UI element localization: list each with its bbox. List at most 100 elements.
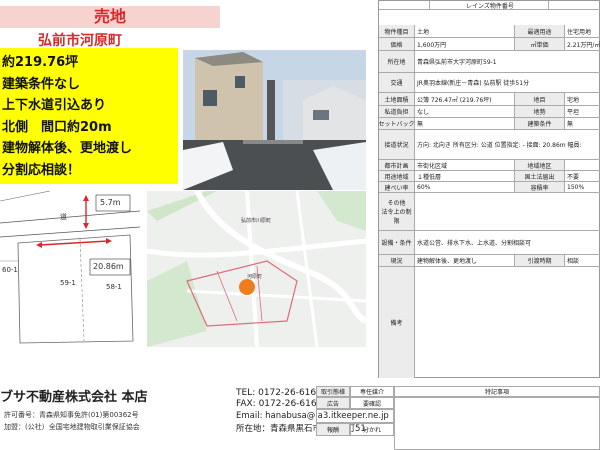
row-value: 青森県弘前市大字河原町59-1 — [417, 59, 497, 66]
listing-title: 売地 — [0, 6, 220, 28]
row-value: 水道公営、排水下水、上水道、分割相談可 — [417, 240, 532, 247]
highlight-item: 上下水道引込あり — [2, 98, 107, 113]
row-label: 価格 — [379, 38, 415, 50]
road-label: 道 — [60, 213, 67, 221]
row-label: 所在地 — [379, 51, 415, 72]
row-label: 建築条件 — [515, 118, 565, 129]
row-value: 平坦 — [565, 106, 600, 117]
fee-label: 報酬 — [316, 423, 350, 436]
row-label: 引渡時期 — [515, 255, 565, 266]
row-label: 都市計画 — [379, 160, 415, 170]
row-label: 設備・条件 — [379, 231, 415, 254]
highlights-box: 約219.76坪 建築条件なし 上下水道引込あり 北側 間口約20m 建物解体後… — [0, 48, 178, 184]
sheet-row: 建ぺい率 60% 容積率 150% — [379, 182, 600, 193]
row-value: 相談 — [565, 255, 600, 266]
row-label: 私道負担 — [379, 106, 415, 117]
sheet-row: 私道負担 なし 地勢 平坦 — [379, 106, 600, 118]
row-value: 無 — [565, 118, 600, 129]
row-value: 建物解体後、更地渡し — [415, 255, 515, 266]
notes-area — [394, 397, 600, 450]
row-value: 住宅用地 — [565, 25, 600, 37]
bottom-table: 取引態様 専任媒介 特記事項 広告 要確認 報酬 分かれ — [316, 386, 600, 450]
highlight-item: 建物解体後、更地渡し — [2, 141, 133, 156]
row-value: 無 — [415, 118, 515, 129]
fax-text: FAX: 0172-26-6160 — [236, 399, 323, 409]
sheet-row: 設備・条件 水道公営、排水下水、上水道、分割相談可 — [379, 231, 600, 255]
sheet-row: その他 法令上の制限 — [379, 193, 600, 231]
spec-sheet: レインズ物件番号 物件種目 土地 最適用途 住宅用地 価格 1,600万円 ㎡単… — [378, 0, 600, 378]
row-label: 建ぺい率 — [379, 182, 415, 192]
sheet-row: 備考 — [379, 267, 600, 378]
frontage-label: 20.86m — [93, 262, 124, 271]
row-label: 地域地区 — [515, 160, 565, 170]
association-text: 加盟：(公社）全国宅地建物取引業保証協会 — [4, 423, 140, 431]
row-label: その他 法令上の制限 — [379, 193, 415, 230]
ad-label: 広告 — [316, 397, 350, 409]
row-value: 土地 — [415, 25, 515, 37]
row-label: 地勢 — [515, 106, 565, 117]
row-label: 容積率 — [515, 182, 565, 192]
lot-label: 60-1 — [2, 266, 18, 274]
row-value: 2.21万円/㎡ — [565, 38, 600, 50]
row-label: 用途地域 — [379, 171, 415, 181]
sheet-row: 接道状況 方向: 北向き 所有区分: 公道 位置指定: - 接面: 20.86m… — [379, 130, 600, 160]
row-value: 市街化区域 — [415, 160, 515, 170]
sheet-row: セットバック 無 建築条件 無 — [379, 118, 600, 130]
company-name: ブサ不動産株式会社 本店 — [0, 390, 148, 405]
row-value: 宅地 — [565, 93, 600, 105]
highlight-item: 北側 間口約20m — [2, 119, 112, 135]
reins-row: レインズ物件番号 — [379, 1, 600, 10]
row-label: セットバック — [379, 118, 415, 129]
row-label: 土地面積 — [379, 93, 415, 105]
survey-map: 道 5.7m 20.86m 60-1 59-1 58-1 — [0, 190, 141, 347]
road-width-label: 5.7m — [100, 198, 121, 207]
sheet-row: 所在地 青森県弘前市大字河原町59-1 — [379, 51, 600, 73]
row-label: 最適用途 — [515, 25, 565, 37]
row-value: 150% — [565, 182, 600, 192]
price-value: 1,600万円 — [415, 38, 515, 50]
row-label: 備考 — [379, 267, 415, 378]
row-value: なし — [415, 106, 515, 117]
blank-cell — [316, 409, 394, 423]
area-map: 弘前市川原町 河原町 — [146, 189, 368, 348]
reins-label: レインズ物件番号 — [429, 1, 549, 9]
map-place-label: 弘前市川原町 — [241, 218, 272, 224]
property-photo — [183, 50, 366, 190]
row-value: 不要 — [565, 171, 600, 181]
sheet-row: 都市計画 市街化区域 地域地区 — [379, 160, 600, 171]
row-value — [415, 193, 600, 230]
row-value: JR奥羽本線(新庄－青森) 弘前駅 徒歩51分 — [417, 80, 530, 87]
tel-text: TEL: 0172-26-6160 — [236, 388, 322, 398]
ad-value: 要確認 — [350, 397, 394, 409]
sheet-row: 現況 建物解体後、更地渡し 引渡時期 相談 — [379, 255, 600, 267]
row-value: 公簿 726.47㎡ (219.76坪) — [415, 93, 515, 105]
sheet-row: 価格 1,600万円 ㎡単価 2.21万円/㎡ — [379, 38, 600, 51]
highlight-item: 約219.76坪 — [2, 55, 79, 70]
notes-label: 特記事項 — [394, 386, 600, 397]
license-text: 許可番号：青森県知事免許(01)第00362号 — [4, 411, 139, 419]
sheet-row: 交通 JR奥羽本線(新庄－青森) 弘前駅 徒歩51分 — [379, 73, 600, 93]
row-value: １種低層 — [415, 171, 515, 181]
row-value — [565, 160, 600, 170]
city-heading: 弘前市河原町 — [38, 33, 122, 49]
map-place-label: 河原町 — [247, 274, 263, 280]
lot-label: 58-1 — [106, 283, 122, 291]
sheet-row: 物件種目 土地 最適用途 住宅用地 — [379, 25, 600, 38]
fee-value: 分かれ — [350, 423, 394, 436]
row-label: 国土法届出 — [515, 171, 565, 181]
row-value: 60% — [415, 182, 515, 192]
highlight-item: 分割応相談！ — [2, 162, 81, 178]
row-value: 方向: 北向き 所有区分: 公道 位置指定: - 接面: 20.86m 幅員: — [417, 142, 582, 149]
row-label: 接道状況 — [379, 130, 415, 159]
trade-value: 専任媒介 — [350, 386, 394, 397]
row-label: ㎡単価 — [515, 38, 565, 50]
row-label: 地目 — [515, 93, 565, 105]
row-label: 交通 — [379, 73, 415, 92]
trade-label: 取引態様 — [316, 386, 350, 397]
row-label: 現況 — [379, 255, 415, 266]
row-label: 物件種目 — [379, 25, 415, 37]
lot-label: 59-1 — [60, 279, 76, 287]
sheet-row: 土地面積 公簿 726.47㎡ (219.76坪) 地目 宅地 — [379, 93, 600, 106]
sheet-row: 用途地域 １種低層 国土法届出 不要 — [379, 171, 600, 182]
highlight-item: 建築条件なし — [2, 76, 81, 92]
